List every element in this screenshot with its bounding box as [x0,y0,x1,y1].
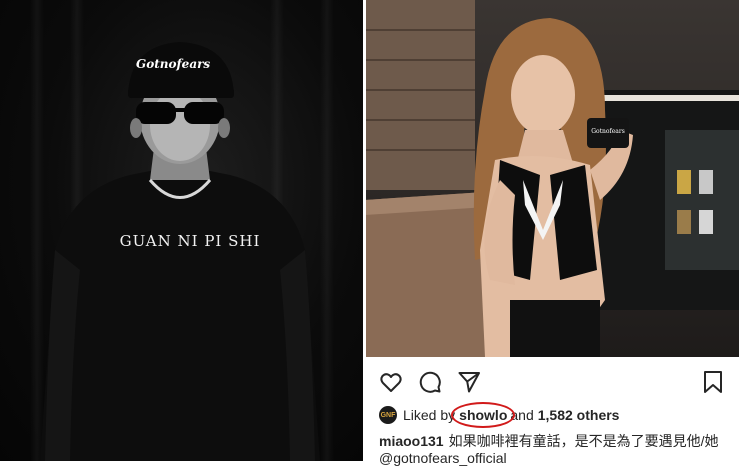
mug-logo: Gotnofears [591,128,625,135]
shirt-text: GUAN NI PI SHI [119,232,261,250]
right-photo: Gotnofears [365,0,739,357]
caption-text: 如果咖啡裡有童話，是不是為了要遇見他/她 [448,433,719,449]
left-photo: Gotnofears GUAN NI PI SHI [0,0,365,461]
caption: miaoo131 如果咖啡裡有童話，是不是為了要遇見他/她 @gotnofears… [379,433,735,467]
instagram-post-footer: GNF Liked by showlo and 1,582 others mia… [365,357,739,466]
others-count-link[interactable]: 1,582 others [538,407,620,423]
share-icon[interactable] [457,370,481,394]
heart-icon[interactable] [379,370,403,394]
liked-user-link[interactable]: showlo [451,402,516,428]
likes-row: GNF Liked by showlo and 1,582 others [379,402,620,428]
liked-by-label: Liked by [403,407,456,423]
cafe-scene [365,0,739,357]
bookmark-icon[interactable] [702,370,724,394]
cap-logo: Gotnofears [136,57,211,71]
highlight-circle [451,402,516,428]
caption-mention[interactable]: @gotnofears_official [379,450,507,466]
avatar[interactable]: GNF [379,406,397,424]
comment-icon[interactable] [418,370,442,394]
caption-username[interactable]: miaoo131 [379,433,444,449]
